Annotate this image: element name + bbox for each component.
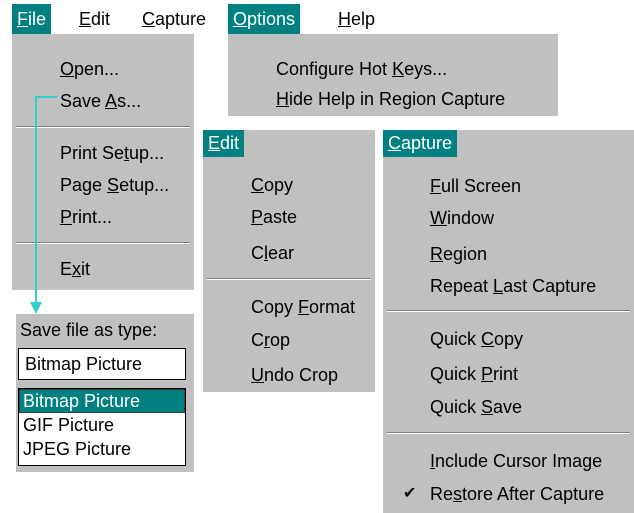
- save-type-list[interactable]: Bitmap Picture GIF Picture JPEG Picture: [18, 388, 186, 466]
- list-option[interactable]: Bitmap Picture: [19, 389, 185, 413]
- save-type-panel: Save file as type: Bitmap Picture Bitmap…: [16, 314, 194, 472]
- list-option[interactable]: JPEG Picture: [19, 437, 185, 461]
- save-type-field[interactable]: Bitmap Picture: [18, 348, 186, 380]
- save-type-label: Save file as type:: [20, 320, 158, 340]
- list-option[interactable]: GIF Picture: [19, 413, 185, 437]
